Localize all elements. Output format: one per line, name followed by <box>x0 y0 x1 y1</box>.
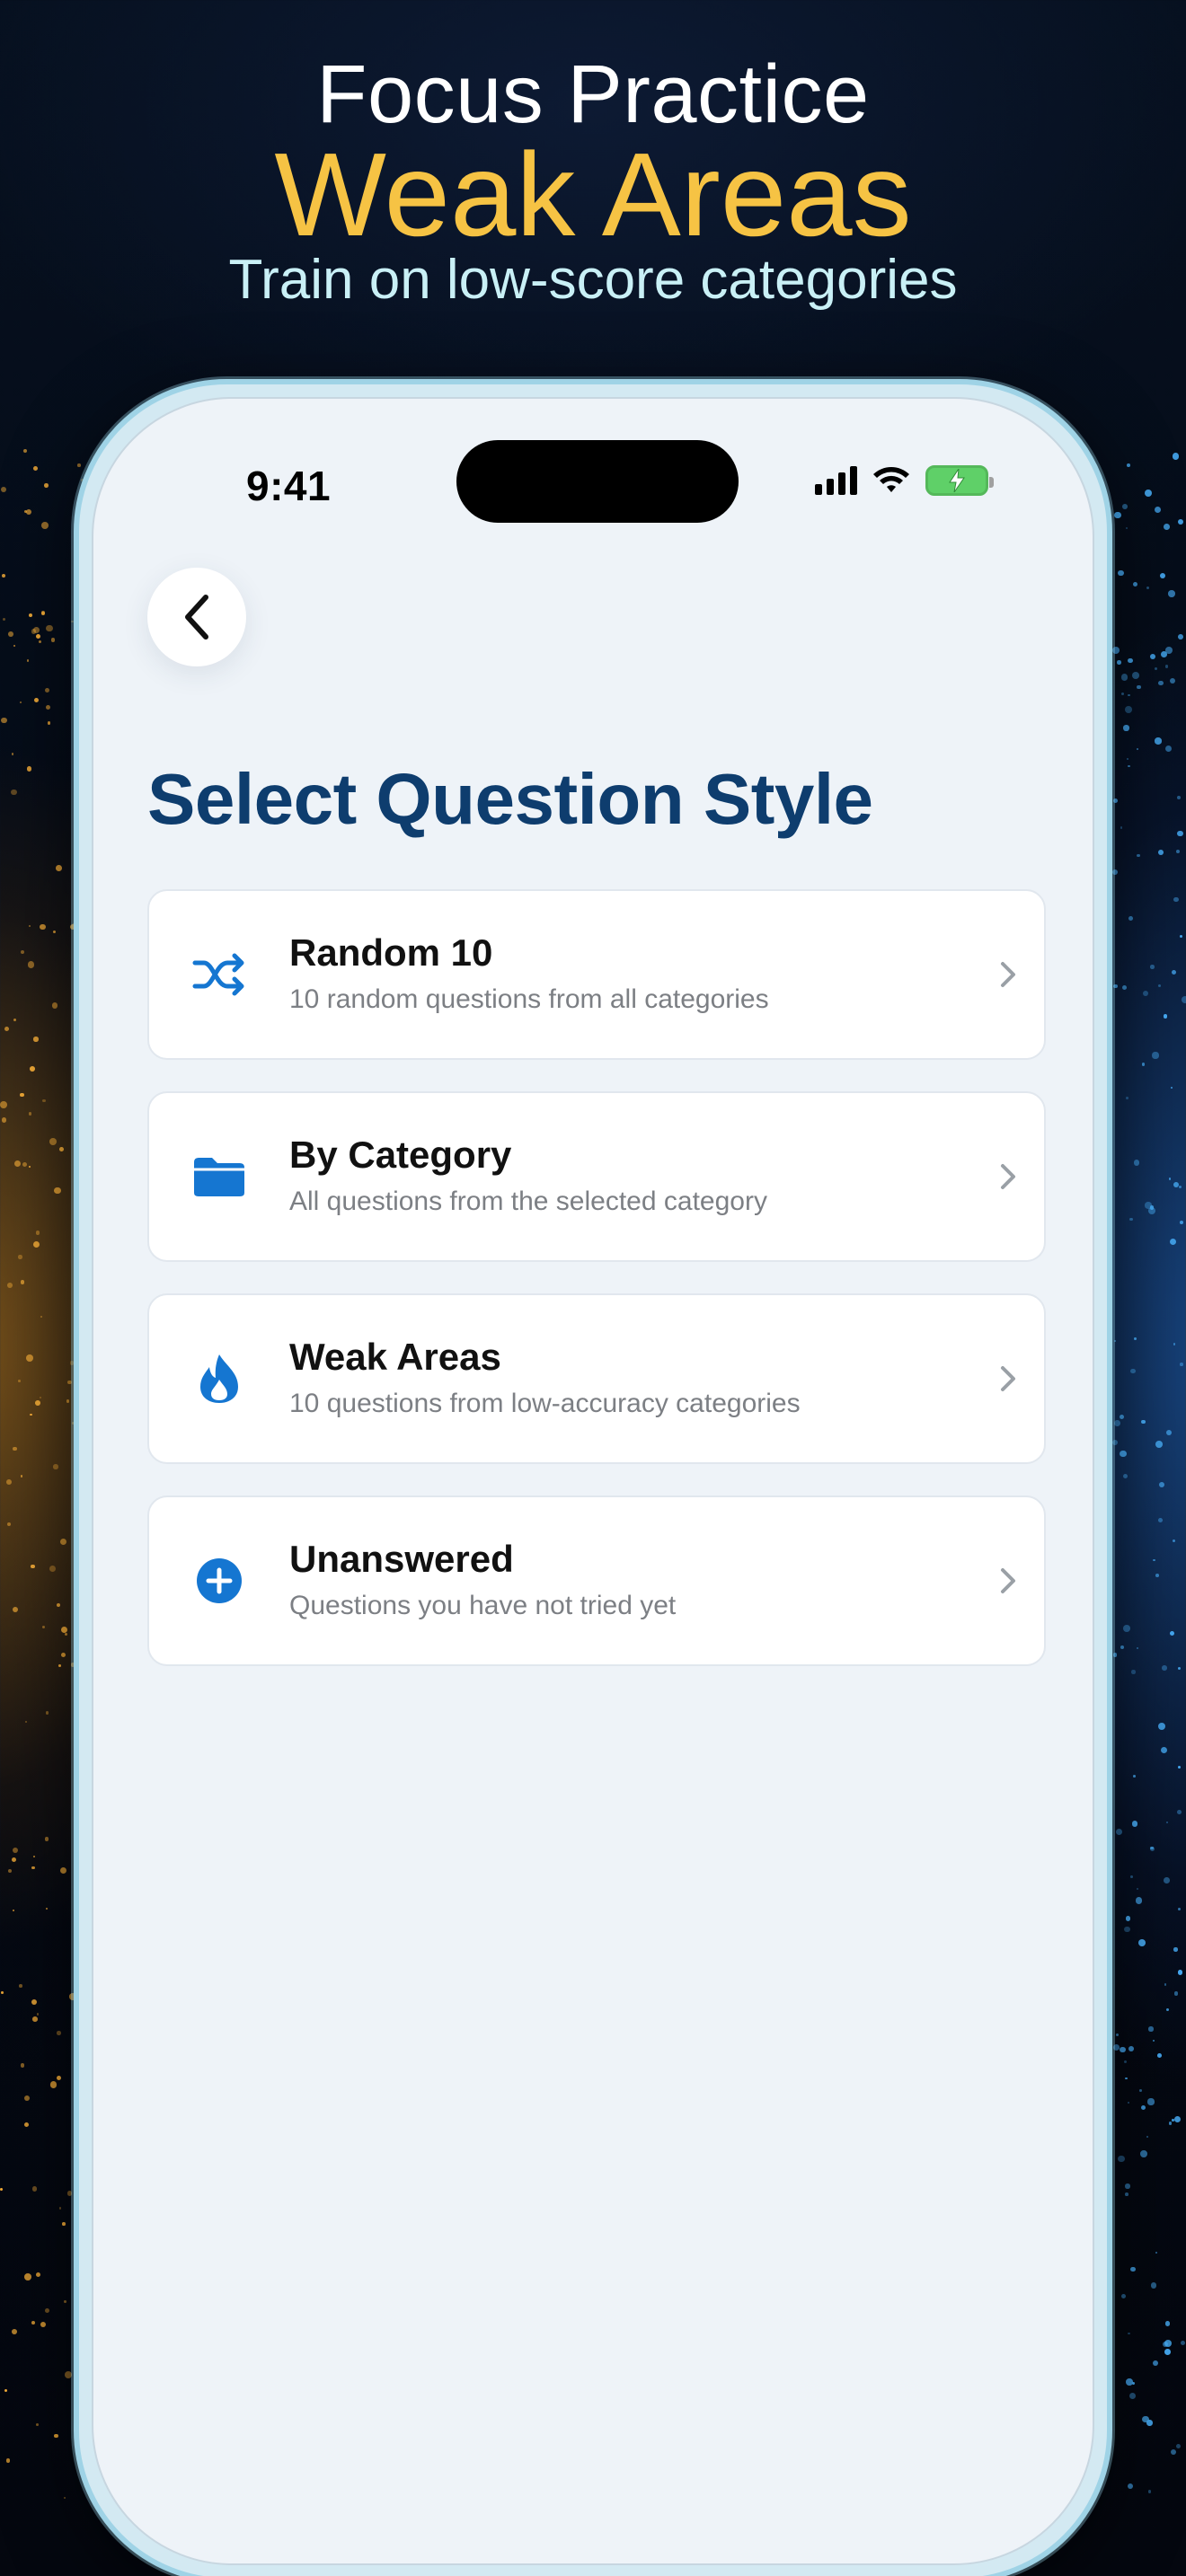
flame-icon <box>200 1354 238 1403</box>
option-subtitle: Questions you have not tried yet <box>289 1591 677 1620</box>
chevron-left-icon <box>185 595 208 640</box>
option-unanswered[interactable]: Unanswered Questions you have not tried … <box>147 1495 1046 1666</box>
option-title: Unanswered <box>289 1538 514 1580</box>
status-time: 9:41 <box>246 463 332 509</box>
option-weak-areas[interactable]: Weak Areas 10 questions from low-accurac… <box>147 1293 1046 1464</box>
hero-highlight: Weak Areas <box>274 128 912 260</box>
phone-screen: 9:41 Select Question Style Random 10 10 … <box>92 397 1094 2565</box>
option-title: Random 10 <box>289 931 493 974</box>
hero-header: Focus Practice Weak Areas Train on low-s… <box>0 45 1186 316</box>
option-subtitle: 10 random questions from all categories <box>289 984 769 1014</box>
chevron-right-icon <box>1001 962 1015 987</box>
option-by-category[interactable]: By Category All questions from the selec… <box>147 1091 1046 1262</box>
plus-circle-icon <box>197 1558 242 1603</box>
dynamic-island <box>456 440 739 523</box>
back-button[interactable] <box>147 568 246 666</box>
chevron-right-icon <box>1001 1164 1015 1189</box>
battery-charging-icon <box>925 465 994 496</box>
folder-icon <box>194 1158 244 1196</box>
hero-subtitle: Train on low-score categories <box>228 249 958 311</box>
chevron-right-icon <box>1001 1366 1015 1391</box>
option-random-10[interactable]: Random 10 10 random questions from all c… <box>147 889 1046 1060</box>
page-title: Select Question Style <box>147 759 873 839</box>
option-title: By Category <box>289 1134 512 1176</box>
cellular-signal-icon <box>815 466 857 495</box>
shuffle-icon <box>192 953 244 996</box>
option-title: Weak Areas <box>289 1336 501 1378</box>
status-icons <box>815 465 994 496</box>
option-subtitle: All questions from the selected category <box>289 1187 767 1216</box>
question-style-list: Random 10 10 random questions from all c… <box>147 889 1046 1698</box>
chevron-right-icon <box>1001 1568 1015 1593</box>
wifi-icon <box>873 467 909 492</box>
option-subtitle: 10 questions from low-accuracy categorie… <box>289 1389 801 1418</box>
phone-frame: 9:41 Select Question Style Random 10 10 … <box>74 379 1112 2576</box>
